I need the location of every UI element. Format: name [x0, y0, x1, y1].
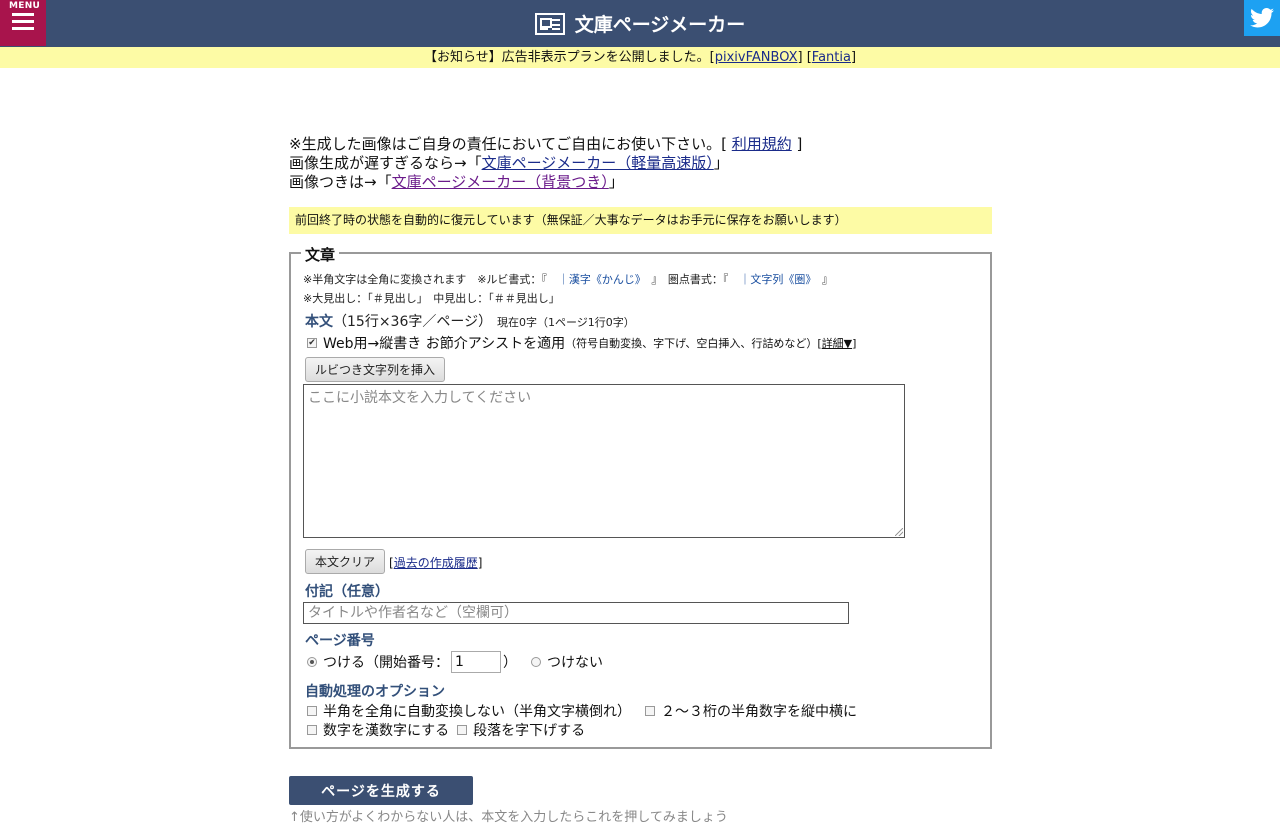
site-title-text: 文庫ページメーカー [574, 14, 746, 36]
pixiv-fanbox-link[interactable]: pixivFANBOX [715, 50, 798, 65]
background-version-link[interactable]: 文庫ページメーカー（背景つき） [392, 173, 609, 191]
assist-detail-toggle[interactable]: 詳細▼ [822, 335, 852, 351]
announcement-bar: 【お知らせ】広告非表示プランを公開しました。[pixivFANBOX] [Fan… [0, 47, 1280, 68]
hint-text-e: 』 [810, 273, 833, 286]
hint-text-c: 』 圏点書式：『 [640, 273, 740, 286]
notice-prefix: 【お知らせ】広告非表示プランを公開しました。[ [423, 50, 715, 65]
body-label: 本文（15行×36字／ページ） 現在0字（1ページ1行0字） [305, 311, 635, 331]
page-number-on-close: ） [503, 655, 517, 671]
assist-note: （符号自動変換、字下げ、空白挿入、行詰めなど）[ [565, 337, 822, 350]
text-fieldset: 文章 ※半角文字は全角に変換されます ※ルビ書式：『 ｜漢字《かんじ》 』 圏点… [289, 244, 992, 749]
history-link-wrap: [過去の作成履歴] [389, 554, 482, 571]
fantia-link[interactable]: Fantia [812, 50, 851, 65]
intro-line1: ※生成した画像はご自身の責任においてご自由にお使い下さい。[ [289, 135, 732, 153]
indent-paragraph-checkbox[interactable] [457, 725, 468, 735]
notice-suffix: ] [850, 50, 857, 65]
body-textarea[interactable]: ここに小説本文を入力してください [303, 384, 905, 538]
page-number-on-radio[interactable] [307, 657, 317, 667]
heading-hint: ※大見出し：「＃見出し」 中見出し：「＃＃見出し」 [303, 292, 560, 305]
page-number-off-radio[interactable] [531, 657, 541, 667]
intro-line3: 画像つきは→「 [289, 173, 392, 191]
notice-mid: ] [ [797, 50, 812, 65]
document-icon [534, 12, 565, 35]
page-number-label: ページ番号 [305, 633, 375, 649]
lightweight-version-link[interactable]: 文庫ページメーカー（軽量高速版） [482, 154, 714, 172]
tatechuyoko-label: ２〜３桁の半角数字を縦中横に [661, 704, 857, 720]
assist-option[interactable]: ✔ Web用→縦書き お節介アシストを適用 （符号自動変換、字下げ、空白挿入、行… [307, 333, 856, 353]
intro-line3-end: 」 [608, 173, 624, 191]
history-link[interactable]: 過去の作成履歴 [394, 556, 478, 570]
auto-option-row2: 数字を漢数字にする 段落を字下げする [307, 720, 585, 740]
note-label: 付記（任意） [305, 584, 389, 600]
no-fullwidth-convert-checkbox[interactable] [307, 706, 317, 716]
emphasis-format-example: ｜文字列《圏》 [739, 273, 811, 286]
format-hint: ※半角文字は全角に変換されます ※ルビ書式：『 ｜漢字《かんじ》 』 圏点書式：… [303, 271, 833, 287]
fieldset-legend: 文章 [301, 244, 340, 265]
clear-body-button[interactable]: 本文クリア [305, 549, 385, 574]
history-close: ] [477, 556, 483, 570]
usage-hint: ↑使い方がよくわからない人は、本文を入力したらこれを押してみましょう [289, 810, 728, 825]
generate-page-button[interactable]: ページを生成する [289, 776, 473, 805]
insert-ruby-button[interactable]: ルビつき文字列を挿入 [305, 357, 445, 382]
twitter-button[interactable] [1244, 0, 1280, 36]
intro-line2: 画像生成が遅すぎるなら→「 [289, 154, 482, 172]
assist-label: Web用→縦書き お節介アシストを適用 [323, 336, 566, 352]
body-spec: （15行×36字／ページ） [333, 314, 493, 330]
hint-text-a: ※半角文字は全角に変換されます ※ルビ書式：『 [303, 273, 558, 286]
char-count: 現在0字（1ページ1行0字） [496, 316, 635, 329]
ruby-format-example: ｜漢字《かんじ》 [557, 273, 641, 286]
note-input[interactable]: タイトルや作者名など（空欄可） [303, 602, 849, 624]
intro-line2-end: 」 [713, 154, 729, 172]
assist-close-bracket: ] [852, 336, 857, 350]
resize-handle[interactable] [895, 528, 903, 536]
restore-notice: 前回終了時の状態を自動的に復元しています（無保証／大事なデータはお手元に保存をお… [289, 207, 992, 234]
page-number-on-label: つける（開始番号： [323, 655, 449, 671]
note-placeholder: タイトルや作者名など（空欄可） [308, 605, 518, 621]
terms-link[interactable]: 利用規約 [732, 135, 792, 153]
kanji-numbers-checkbox[interactable] [307, 725, 317, 735]
no-fullwidth-convert-label: 半角を全角に自動変換しない（半角文字横倒れ） [323, 704, 631, 720]
intro-line1-end: ] [791, 135, 803, 153]
assist-checkbox[interactable]: ✔ [307, 338, 317, 348]
kanji-numbers-label: 数字を漢数字にする [323, 723, 450, 739]
auto-option-row1: 半角を全角に自動変換しない（半角文字横倒れ） ２〜３桁の半角数字を縦中横に [307, 701, 857, 721]
site-title[interactable]: 文庫ページメーカー [0, 0, 1280, 47]
tatechuyoko-checkbox[interactable] [645, 706, 655, 716]
start-number-input[interactable]: 1 [451, 651, 501, 673]
page-number-off-label: つけない [547, 655, 603, 671]
intro-text: ※生成した画像はご自身の責任においてご自由にお使い下さい。[ 利用規約 ] 画像… [289, 135, 802, 192]
twitter-icon [1250, 8, 1274, 28]
indent-paragraph-label: 段落を字下げする [473, 723, 586, 739]
page-number-options: つける（開始番号： 1 ） つけない [307, 651, 603, 673]
header: MENU 文庫ページメーカー [0, 0, 1280, 47]
body-placeholder: ここに小説本文を入力してください [308, 390, 532, 406]
auto-options-label: 自動処理のオプション [305, 684, 445, 700]
body-label-text: 本文 [305, 314, 333, 330]
